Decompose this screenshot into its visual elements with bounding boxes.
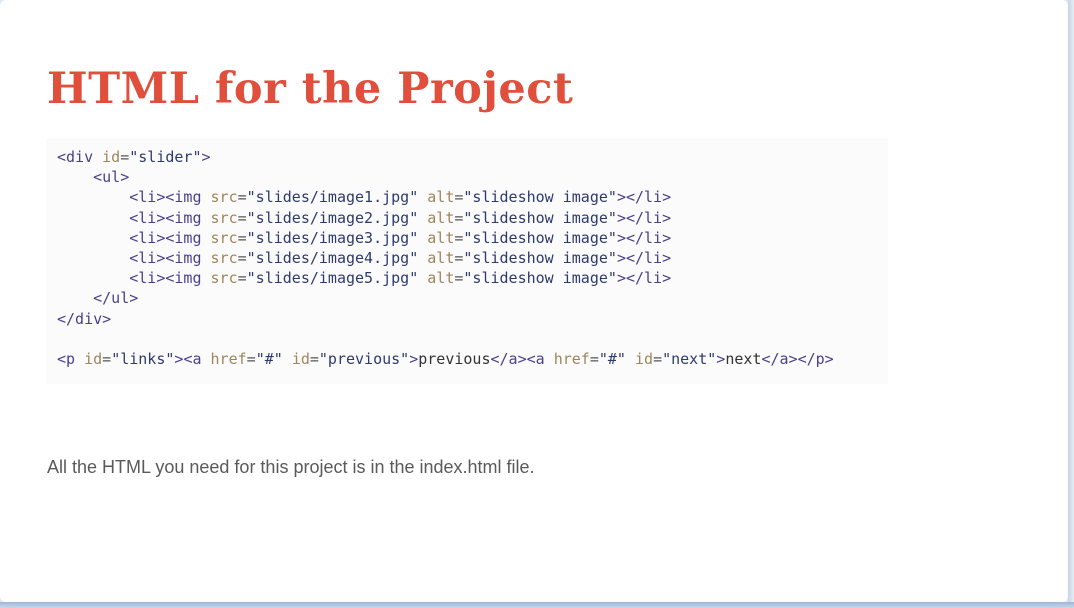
window-right-edge xyxy=(1068,0,1074,608)
code-block: <div id="slider"> <ul> <li><img src="sli… xyxy=(46,138,888,384)
slide: HTML for the Project <div id="slider"> <… xyxy=(0,0,1068,602)
window-bottom-edge xyxy=(0,602,1074,608)
code-line: </div> xyxy=(57,309,112,328)
slide-title: HTML for the Project xyxy=(47,64,574,114)
code-line: <div id="slider"> xyxy=(57,148,211,166)
code-line: <p id="links"><a href="#" id="previous">… xyxy=(57,349,834,368)
code-line: <li><img src="slides/image2.jpg" alt="sl… xyxy=(129,208,672,227)
code-line: </ul> xyxy=(93,289,139,308)
slide-caption: All the HTML you need for this project i… xyxy=(47,457,535,477)
code-line: <li><img src="slides/image5.jpg" alt="sl… xyxy=(129,269,672,288)
code-line: <li><img src="slides/image3.jpg" alt="sl… xyxy=(129,228,672,247)
code-line: <li><img src="slides/image1.jpg" alt="sl… xyxy=(129,188,672,207)
code-line: <li><img src="slides/image4.jpg" alt="sl… xyxy=(129,248,672,267)
code-line: <ul> xyxy=(93,168,130,187)
